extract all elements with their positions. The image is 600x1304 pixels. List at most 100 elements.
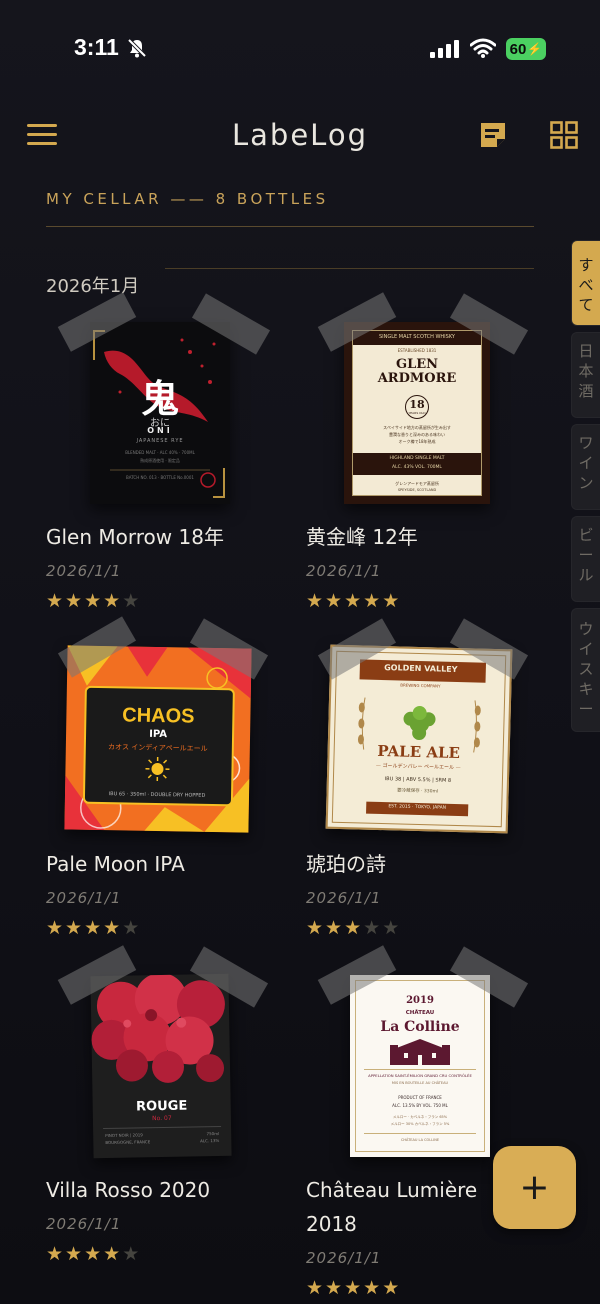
oni-line3: BATCH NO. 013 · BOTTLE No.0001 [126, 475, 194, 480]
bottle-name: 黄金峰 12年 [306, 525, 418, 549]
star-filled-icon: ★ [382, 590, 402, 612]
sun-icon [145, 756, 170, 782]
tab-beer[interactable]: ビール [571, 516, 600, 602]
app-title: LabeLog [232, 118, 368, 152]
oni-roman: ONI [147, 426, 173, 435]
star-filled-icon: ★ [344, 917, 364, 939]
bottle-label-image: 鬼 おに ONI JAPANESE RYE BLENDED MALT · ALC… [46, 292, 271, 504]
star-empty-icon: ★ [122, 917, 142, 939]
bottle-label-image: ROUGE No. 07 PINOT NOIR | 2019 750ml BOU… [46, 945, 269, 1159]
glen-foot-1: グレンアードモア蒸留所 [395, 481, 439, 486]
bottle-date: 2026/1/1 [306, 562, 382, 580]
star-filled-icon: ★ [325, 917, 345, 939]
oni-line1: BLENDED MALT · ALC 40% · 700ML [125, 450, 195, 455]
star-empty-icon: ★ [382, 917, 402, 939]
colline-year: 2019 [406, 995, 434, 1006]
bottle-date: 2026/1/1 [46, 1215, 122, 1233]
star-filled-icon: ★ [306, 590, 326, 612]
bottle-name: Pale Moon IPA [46, 852, 185, 876]
month-label: 2026年1月 [46, 276, 140, 297]
star-filled-icon: ★ [363, 1277, 383, 1299]
star-filled-icon: ★ [344, 1277, 364, 1299]
star-rating: ★★★★★ [46, 1243, 141, 1265]
star-filled-icon: ★ [103, 1243, 123, 1265]
glen-band-1: HIGHLAND SINGLE MALT [389, 456, 445, 461]
star-empty-icon: ★ [122, 1243, 142, 1265]
chateau-icon [390, 1039, 450, 1065]
month-divider [165, 268, 534, 269]
colline-grapes-2: メルロー 30% カベルネ・フラン 5% [390, 1122, 450, 1126]
chaos-name: CHAOS [122, 704, 195, 728]
star-rating: ★★★★★ [46, 917, 141, 939]
tab-sake-label: 日本酒 [578, 342, 594, 400]
bottle-name: Château Lumière 2018 [306, 1178, 478, 1236]
star-filled-icon: ★ [46, 1243, 66, 1265]
glen-band-2: ALC. 43% VOL. 700ML [392, 465, 442, 470]
colline-appellation: APPELLATION SAINT-ÉMILION GRAND CRU CONT… [368, 1073, 472, 1078]
star-filled-icon: ★ [65, 1243, 85, 1265]
colline-chateau: CHÂTEAU [405, 1010, 435, 1016]
oni-sub: JAPANESE RYE [136, 438, 184, 444]
star-filled-icon: ★ [382, 1277, 402, 1299]
bell-slash-icon [127, 38, 147, 58]
colline-product: PRODUCT OF FRANCE [398, 1095, 442, 1100]
star-filled-icon: ★ [344, 590, 364, 612]
rouge-name: ROUGE [135, 1098, 188, 1115]
add-bottle-button[interactable]: + [493, 1146, 576, 1229]
signal-icon [430, 40, 459, 58]
wifi-icon [470, 38, 496, 58]
tab-wine[interactable]: ワイン [571, 424, 600, 510]
glen-foot-2: SPEYSIDE, SCOTLAND [397, 488, 437, 492]
rouge-foot-1: PINOT NOIR | 2019 [105, 1132, 143, 1138]
bottle-date: 2026/1/1 [46, 562, 122, 580]
star-filled-icon: ★ [103, 590, 123, 612]
glen-years: YEARS OLD [408, 411, 426, 415]
glen-name-2: ARDMORE [377, 371, 457, 386]
star-filled-icon: ★ [325, 1277, 345, 1299]
oni-line2: 熟成原酒使用 · 限定品 [140, 458, 180, 463]
bottle-date: 2026/1/1 [306, 889, 382, 907]
cellar-heading: MY CELLAR —— 8 BOTTLES [46, 190, 329, 208]
bottle-label-image: 2019 CHÂTEAU La Colline APPELLATION SAIN… [306, 945, 529, 1157]
bottle-date: 2026/1/1 [306, 1249, 382, 1267]
star-empty-icon: ★ [122, 590, 142, 612]
note-icon[interactable] [478, 120, 508, 150]
plus-icon: + [519, 1167, 550, 1208]
tab-all-label: すべて [578, 256, 594, 314]
colline-bottled: MIS EN BOUTEILLE AU CHÂTEAU [391, 1081, 449, 1085]
bottle-label-image: SINGLE MALT SCOTCH WHISKY ESTABLISHED 18… [306, 292, 529, 504]
colline-grapes-1: メルロー · カベルネ・フラン 65% [392, 1115, 448, 1119]
bottle-date: 2026/1/1 [46, 889, 122, 907]
tab-sake[interactable]: 日本酒 [571, 332, 600, 418]
star-filled-icon: ★ [65, 590, 85, 612]
star-filled-icon: ★ [306, 1277, 326, 1299]
tab-beer-label: ビール [578, 526, 594, 584]
status-time: 3:11 [74, 34, 119, 60]
rouge-foot-2: 750ml [206, 1130, 220, 1137]
grape-artwork [91, 973, 225, 1083]
category-tabs: すべて 日本酒 ワイン ビール ウイスキー [571, 240, 600, 738]
star-filled-icon: ★ [84, 1243, 104, 1265]
star-filled-icon: ★ [84, 590, 104, 612]
star-rating: ★★★★★ [306, 917, 401, 939]
star-filled-icon: ★ [306, 917, 326, 939]
rouge-foot-4: ALC. 13% [200, 1137, 220, 1144]
glen-top-text: SINGLE MALT SCOTCH WHISKY [379, 334, 455, 340]
star-filled-icon: ★ [363, 590, 383, 612]
rouge-number: No. 07 [152, 1114, 172, 1123]
tab-all[interactable]: すべて [571, 240, 600, 326]
star-filled-icon: ★ [65, 917, 85, 939]
colline-alc: ALC. 13.5% BY VOL. 750 ML [392, 1103, 448, 1108]
star-rating: ★★★★★ [306, 590, 401, 612]
bottle-name: 琥珀の詩 [306, 852, 386, 876]
bottle-name: Glen Morrow 18年 [46, 525, 224, 549]
colline-name: La Colline [380, 1019, 460, 1035]
tab-wine-label: ワイン [578, 434, 594, 492]
glen-established: ESTABLISHED 1831 [397, 348, 437, 353]
grid-icon[interactable] [550, 121, 578, 149]
glen-jp-2: 豊潤な香りと深みのある味わい [389, 432, 445, 437]
star-filled-icon: ★ [46, 590, 66, 612]
star-filled-icon: ★ [103, 917, 123, 939]
glen-jp-1: スペイサイド地方の蒸留所が生み出す [383, 425, 451, 430]
tab-whisky[interactable]: ウイスキー [571, 608, 600, 732]
